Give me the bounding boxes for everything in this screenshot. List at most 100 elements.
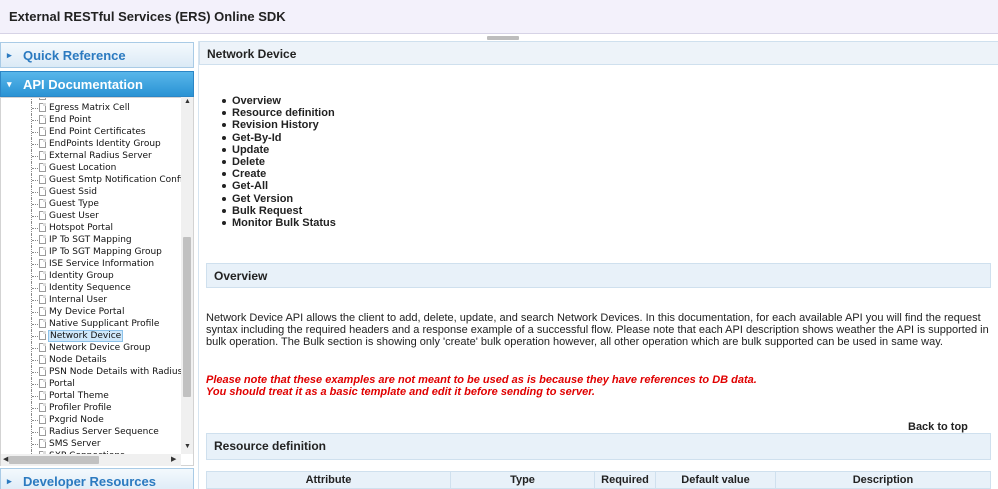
table-of-contents: Overview Resource definition Revision Hi… (219, 95, 336, 229)
tree-item[interactable]: External Radius Server (1, 150, 183, 162)
quick-reference-header[interactable]: ▸ Quick Reference (0, 42, 194, 68)
document-icon (39, 355, 46, 364)
tree-item[interactable]: Guest Location (1, 162, 183, 174)
document-icon (39, 271, 46, 280)
toc-link[interactable]: Overview (219, 95, 336, 107)
warning-line: Please note that these examples are not … (206, 374, 757, 386)
tree-item-label: Identity Group (49, 271, 114, 281)
tree-item-label: Guest User (49, 211, 99, 221)
resource-definition-heading: Resource definition (214, 439, 327, 453)
tree-item[interactable]: End Point Certificates (1, 126, 183, 138)
expand-arrow-icon: ▸ (7, 476, 12, 486)
document-icon (39, 139, 46, 148)
collapse-arrow-icon: ▾ (7, 79, 12, 89)
toc-link[interactable]: Monitor Bulk Status (219, 217, 336, 229)
tree-item[interactable]: Profiler Profile (1, 402, 183, 414)
column-header-default-value: Default value (656, 472, 776, 489)
toc-link[interactable]: Get-By-Id (219, 132, 336, 144)
resource-definition-header: Resource definition (206, 433, 991, 460)
document-icon (39, 235, 46, 244)
tree-item[interactable]: Internal User (1, 294, 183, 306)
document-icon (39, 151, 46, 160)
overview-section-header: Overview (206, 263, 991, 288)
scroll-down-arrow-icon[interactable]: ▼ (184, 443, 191, 450)
tree-item-label: EndPoints Identity Group (49, 139, 161, 149)
document-icon (39, 283, 46, 292)
tree-vertical-scrollbar[interactable]: ▲ ▼ (181, 97, 193, 454)
tree-item[interactable]: PSN Node Details with Radius Service (1, 366, 183, 378)
expand-arrow-icon: ▸ (7, 50, 12, 60)
tree-item-label: IP To SGT Mapping (49, 235, 132, 245)
tree-item-label: Internal User (49, 295, 108, 305)
toc-link[interactable]: Update (219, 144, 336, 156)
toc-link[interactable]: Bulk Request (219, 205, 336, 217)
developer-resources-header[interactable]: ▸ Developer Resources (0, 468, 194, 489)
document-icon (39, 331, 46, 340)
scroll-left-arrow-icon[interactable]: ◀ (3, 455, 8, 463)
tree-item[interactable]: My Device Portal (1, 306, 183, 318)
document-icon (39, 163, 46, 172)
quick-reference-label: Quick Reference (23, 48, 126, 63)
tree-item[interactable]: IP To SGT Mapping Group (1, 246, 183, 258)
document-icon (39, 211, 46, 220)
column-header-type: Type (451, 472, 595, 489)
tree-item-label: Guest Type (49, 199, 99, 209)
tree-item[interactable]: Identity Group (1, 270, 183, 282)
tree-item-label: Portal (49, 379, 75, 389)
document-icon (39, 199, 46, 208)
tree-item[interactable]: Guest Ssid (1, 186, 183, 198)
tree-item-label: Portal Theme (49, 391, 109, 401)
tree-item[interactable]: Guest User (1, 210, 183, 222)
developer-resources-label: Developer Resources (23, 474, 156, 489)
tree-item[interactable]: Hotspot Portal (1, 222, 183, 234)
document-icon (39, 403, 46, 412)
document-icon (39, 259, 46, 268)
scroll-right-arrow-icon[interactable]: ▶ (171, 455, 176, 463)
tree-item[interactable]: Pxgrid Node (1, 414, 183, 426)
document-icon (39, 127, 46, 136)
document-icon (39, 307, 46, 316)
tree-item[interactable]: ISE Service Information (1, 258, 183, 270)
app-header: External RESTful Services (ERS) Online S… (0, 0, 998, 34)
tree-item[interactable]: EndPoints Identity Group (1, 138, 183, 150)
tree-item[interactable]: Network Device (1, 330, 183, 342)
toc-link[interactable]: Revision History (219, 119, 336, 131)
splitter-handle[interactable] (487, 36, 519, 40)
tree-item[interactable]: Guest Type (1, 198, 183, 210)
toc-link[interactable]: Create (219, 168, 336, 180)
tree-horizontal-scrollbar[interactable]: ◀ ▶ (1, 454, 181, 466)
tree-item[interactable]: Identity Sequence (1, 282, 183, 294)
document-icon (39, 295, 46, 304)
toc-link[interactable]: Get-All (219, 180, 336, 192)
tree-item[interactable]: Network Device Group (1, 342, 183, 354)
tree-vertical-scroll-thumb[interactable] (183, 237, 191, 397)
tree-item-label: Radius Server Sequence (49, 427, 159, 437)
tree-item[interactable]: Portal (1, 378, 183, 390)
toc-link[interactable]: Resource definition (219, 107, 336, 119)
scroll-up-arrow-icon[interactable]: ▲ (184, 98, 191, 105)
tree-item-label: Guest Location (49, 163, 117, 173)
tree-item[interactable]: IP To SGT Mapping (1, 234, 183, 246)
back-to-top-link[interactable]: Back to top (908, 421, 968, 433)
tree-item[interactable]: Node Details (1, 354, 183, 366)
tree-item[interactable]: Radius Server Sequence (1, 426, 183, 438)
tree-item-label: Profiler Profile (49, 403, 112, 413)
tree-item[interactable]: End Point (1, 114, 183, 126)
tree-item[interactable]: Guest Smtp Notification Configuration (1, 174, 183, 186)
tree-item-label: External Radius Server (49, 151, 152, 161)
document-icon (39, 415, 46, 424)
api-documentation-header[interactable]: ▾ API Documentation (0, 71, 194, 97)
tree-item-label: Network Device Group (49, 343, 151, 353)
tree-horizontal-scroll-thumb[interactable] (9, 456, 99, 464)
toc-link[interactable]: Get Version (219, 193, 336, 205)
tree-item[interactable]: Egress Matrix Cell (1, 102, 183, 114)
tree-item[interactable]: Portal Theme (1, 390, 183, 402)
tree-item[interactable]: SMS Server (1, 438, 183, 450)
tree-item-label: SMS Server (49, 439, 101, 449)
toc-link[interactable]: Delete (219, 156, 336, 168)
column-header-required: Required (595, 472, 656, 489)
overview-heading: Overview (214, 269, 268, 283)
document-icon (39, 247, 46, 256)
document-icon (39, 98, 46, 100)
tree-item[interactable]: Native Supplicant Profile (1, 318, 183, 330)
